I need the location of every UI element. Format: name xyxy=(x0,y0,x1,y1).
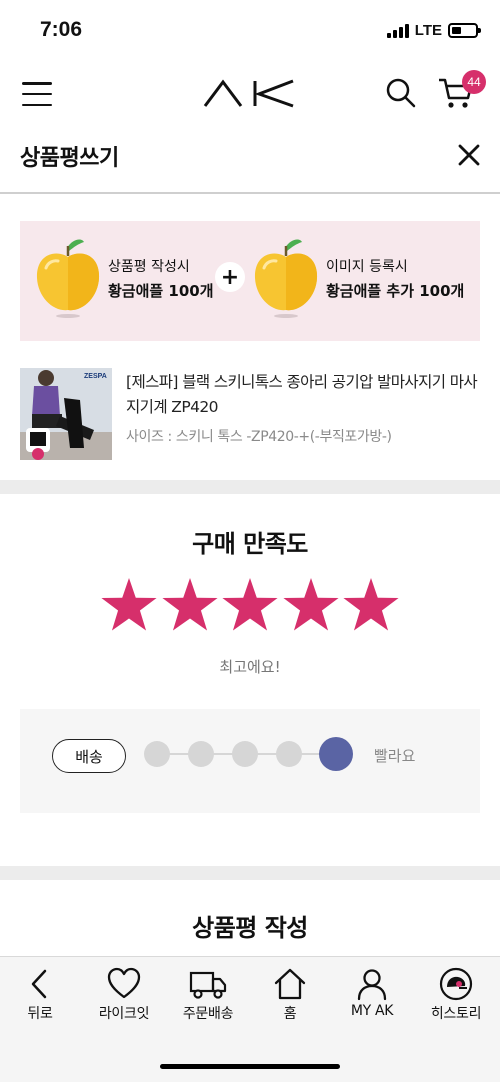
tab-label: MY AK xyxy=(350,1003,394,1019)
delivery-tag: 배송 xyxy=(52,739,126,773)
product-name[interactable]: [제스파] 블랙 스키니톡스 종아리 공기압 발마사지기 마사지기계 ZP420 xyxy=(126,370,478,420)
tab-back[interactable]: 뒤로 xyxy=(0,967,82,1023)
tab-order-delivery[interactable]: 주문배송 xyxy=(166,967,250,1023)
page-header: 상품평쓰기 xyxy=(0,126,500,194)
product-photo: ZESPA xyxy=(20,368,112,460)
delivery-dot-3[interactable] xyxy=(232,741,258,767)
delivery-dot-4[interactable] xyxy=(276,741,302,767)
menu-button[interactable] xyxy=(22,82,52,106)
star-5[interactable] xyxy=(342,576,400,634)
tab-label: 히스토리 xyxy=(430,1006,482,1022)
cart-count-badge: 44 xyxy=(462,70,486,94)
delivery-dot-2[interactable] xyxy=(188,741,214,767)
ak-logo[interactable] xyxy=(203,78,297,108)
golden-apple-icon xyxy=(254,239,318,318)
promo-right-text: 이미지 등록시 황금애플 추가 100개 xyxy=(326,255,464,303)
promo-left-line1: 상품평 작성시 xyxy=(108,259,190,275)
home-icon xyxy=(274,968,306,1000)
tab-home[interactable]: 홈 xyxy=(248,967,332,1023)
promo-right-line1: 이미지 등록시 xyxy=(326,259,408,275)
close-icon[interactable] xyxy=(456,142,482,168)
page-title: 상품평쓰기 xyxy=(20,146,119,171)
product-info: ZESPA [제스파] 블랙 스키니톡스 종아리 공기압 발마사지기 마사지기계… xyxy=(20,368,480,460)
battery-icon xyxy=(448,23,481,38)
product-option: 사이즈 : 스키니 톡스 -ZP420-+(-부직포가방-) xyxy=(126,429,392,445)
chevron-left-icon xyxy=(31,969,47,999)
status-indicators: LTE xyxy=(386,22,481,39)
search-icon[interactable] xyxy=(386,78,416,108)
status-time: 7:06 xyxy=(40,18,83,41)
golden-apple-icon xyxy=(36,239,100,318)
tab-label: 주문배송 xyxy=(182,1006,234,1022)
status-bar: 7:06 LTE xyxy=(0,0,500,58)
star-rating[interactable] xyxy=(100,576,400,634)
star-2[interactable] xyxy=(161,576,219,634)
home-indicator xyxy=(160,1064,340,1069)
delivery-dot-1[interactable] xyxy=(144,741,170,767)
star-4[interactable] xyxy=(282,576,340,634)
tab-label: 라이크잇 xyxy=(98,1006,150,1022)
history-icon xyxy=(439,967,473,1001)
promo-left-text: 상품평 작성시 황금애플 100개 xyxy=(108,255,214,303)
star-3[interactable] xyxy=(221,576,279,634)
delivery-speed-label: 빨라요 xyxy=(374,747,416,765)
heart-icon xyxy=(107,967,141,999)
signal-icon xyxy=(386,23,409,38)
review-write-title: 상품평 작성 xyxy=(192,914,308,942)
promo-left-line2: 황금애플 100개 xyxy=(108,282,214,300)
promo-right-line2: 황금애플 추가 100개 xyxy=(326,282,465,300)
tab-my-ak[interactable]: MY AK xyxy=(330,967,414,1019)
section-divider xyxy=(0,480,500,494)
product-thumbnail[interactable]: ZESPA xyxy=(20,368,112,460)
top-nav xyxy=(0,62,500,126)
delivery-dot-5[interactable] xyxy=(319,737,353,771)
star-1[interactable] xyxy=(100,576,158,634)
svg-text:ZESPA: ZESPA xyxy=(84,373,107,380)
tab-likeit[interactable]: 라이크잇 xyxy=(82,967,166,1023)
rating-label: 최고에요! xyxy=(219,658,281,676)
tab-label: 홈 xyxy=(283,1006,297,1022)
user-icon xyxy=(357,969,387,1001)
rating-title: 구매 만족도 xyxy=(192,530,308,558)
section-divider xyxy=(0,866,500,880)
plus-icon: + xyxy=(215,262,245,292)
truck-icon xyxy=(189,971,227,999)
tab-label: 뒤로 xyxy=(27,1006,53,1022)
network-label: LTE xyxy=(414,22,442,39)
tab-history[interactable]: 히스토리 xyxy=(414,967,498,1023)
